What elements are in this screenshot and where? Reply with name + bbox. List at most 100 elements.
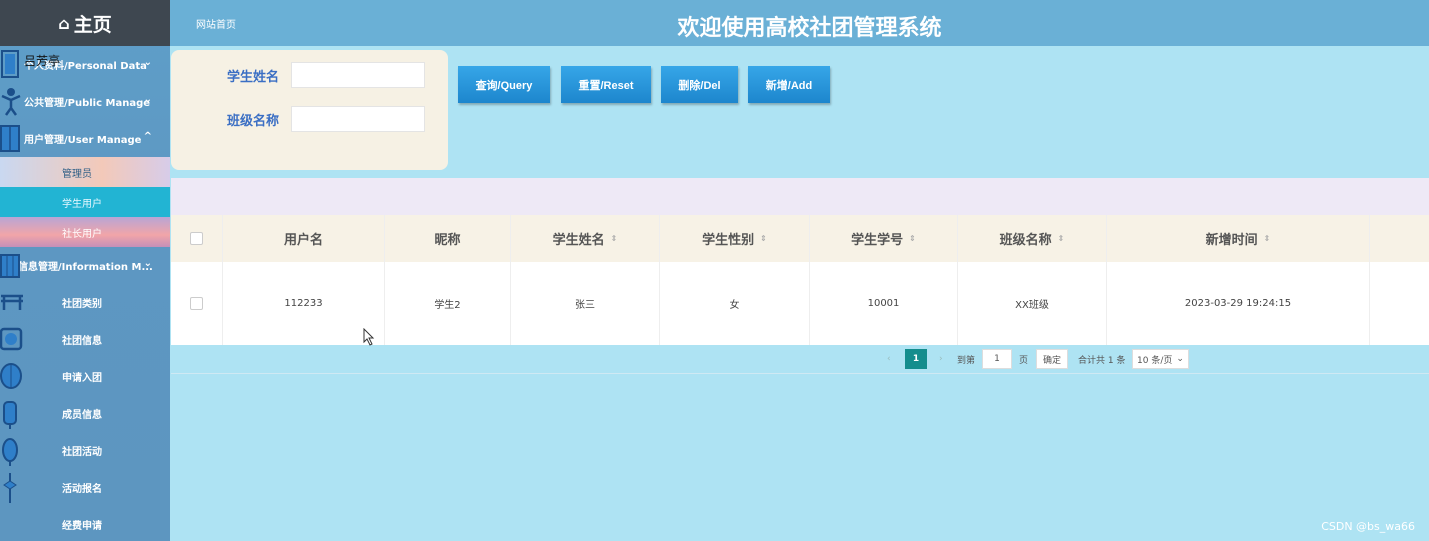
sidebar: ⌂ 主页 个人资料/Personal Data ⌄ 公共管理/Public Ma… — [0, 0, 170, 541]
student-name-row: 学生姓名 — [171, 62, 425, 88]
cell-student-name: 张三 — [511, 262, 660, 345]
frame-icon — [0, 327, 23, 351]
column-header-nickname: 昵称 — [385, 215, 511, 262]
row-checkbox[interactable] — [190, 297, 203, 310]
sidebar-item-club-category[interactable]: 社团类别 — [0, 284, 170, 321]
submenu-admin[interactable]: 管理员 — [0, 157, 170, 187]
pagination: ‹ 1 › 到第 1 页 确定 合计共 1 条 10 条/页 ⌄ — [171, 344, 1429, 374]
sort-icon[interactable]: ⇕ — [909, 234, 916, 243]
cabinet-icon — [0, 254, 20, 278]
row-select-cell — [171, 262, 223, 345]
query-button[interactable]: 查询/Query — [458, 66, 550, 103]
column-header-gender[interactable]: 学生性别 ⇕ — [660, 215, 810, 262]
data-table: 用户名 昵称 学生姓名 ⇕ 学生性别 ⇕ 学生学号 ⇕ 班级名称 ⇕ 新增时间 ⇕ 112… — [171, 215, 1429, 345]
column-label: 学生姓名 — [552, 233, 605, 248]
column-header-username: 用户名 — [223, 215, 385, 262]
goto-page-input[interactable]: 1 — [982, 349, 1012, 369]
column-label: 学生性别 — [702, 233, 755, 248]
chevron-down-icon: ⌄ — [1176, 354, 1184, 364]
door-icon — [1, 50, 19, 78]
class-name-row: 班级名称 — [171, 106, 425, 132]
cell-created: 2023-03-29 19:24:15 — [1107, 262, 1370, 345]
column-header-created[interactable]: 新增时间 ⇕ — [1107, 215, 1370, 262]
sidebar-item-label: 社团信息 — [62, 336, 102, 347]
sidebar-item-club-info[interactable]: 社团信息 — [0, 321, 170, 358]
select-all-cell — [171, 215, 223, 262]
cell-class: XX班级 — [958, 262, 1107, 345]
page-size-value: 10 条/页 — [1137, 355, 1173, 366]
sidebar-item-activity-signup[interactable]: 活动报名 — [0, 469, 170, 506]
column-label: 用户名 — [283, 233, 323, 248]
lantern-icon — [3, 401, 17, 429]
chevron-up-icon: ^ — [143, 131, 152, 142]
sidebar-item-apply-join[interactable]: 申请入团 — [0, 358, 170, 395]
prev-page-icon[interactable]: ‹ — [887, 349, 891, 369]
sidebar-item-label: 申请入团 — [62, 373, 102, 384]
student-name-label: 学生姓名 — [226, 69, 279, 85]
goto-confirm-button[interactable]: 确定 — [1036, 349, 1069, 369]
cell-gender: 女 — [660, 262, 810, 345]
sort-icon[interactable]: ⇕ — [1058, 234, 1065, 243]
submenu-club-leader[interactable]: 社长用户 — [0, 217, 170, 247]
class-name-label: 班级名称 — [226, 113, 279, 129]
column-header-class[interactable]: 班级名称 ⇕ — [958, 215, 1107, 262]
knot-icon — [3, 473, 17, 503]
sidebar-item-fund-apply[interactable]: 经费申请 — [0, 506, 170, 541]
delete-button[interactable]: 删除/Del — [661, 66, 738, 103]
sidebar-item-label: 活动报名 — [62, 484, 102, 495]
column-header-student-name[interactable]: 学生姓名 ⇕ — [511, 215, 660, 262]
column-label: 班级名称 — [999, 233, 1052, 248]
menu-information-manage[interactable]: 信息管理/Information M... ⌄ — [0, 247, 170, 284]
sidebar-item-member-info[interactable]: 成员信息 — [0, 395, 170, 432]
watermark: CSDN @bs_wa66 — [1321, 520, 1415, 533]
sidebar-item-label: 经费申请 — [62, 521, 102, 532]
sidebar-header-label: 主页 — [73, 13, 112, 36]
toolbar-strip — [171, 178, 1429, 215]
sidebar-item-label: 社团活动 — [62, 447, 102, 458]
menu-information-manage-label: 信息管理/Information M... — [18, 262, 153, 273]
next-page-icon[interactable]: › — [939, 349, 943, 369]
mouse-cursor-icon — [363, 328, 375, 346]
cell-username: 112233 — [223, 262, 385, 345]
column-label: 新增时间 — [1205, 233, 1258, 248]
sort-icon[interactable]: ⇕ — [1264, 234, 1271, 243]
menu-user-manage-label: 用户管理/User Manage — [24, 135, 142, 146]
total-count: 合计共 1 条 — [1078, 355, 1126, 366]
column-header-student-no[interactable]: 学生学号 ⇕ — [810, 215, 958, 262]
column-label: 学生学号 — [851, 233, 904, 248]
goto-label: 到第 — [957, 355, 976, 366]
student-name-input[interactable] — [291, 62, 425, 88]
menu-user-manage[interactable]: 用户管理/User Manage ^ — [0, 120, 170, 157]
menu-public-manage[interactable]: 公共管理/Public Manage ⌄ — [0, 83, 170, 120]
lantern-icon — [0, 363, 22, 389]
figure-icon — [1, 88, 21, 116]
cell-nickname: 学生2 — [385, 262, 511, 345]
sidebar-item-club-activity[interactable]: 社团活动 — [0, 432, 170, 469]
add-button[interactable]: 新增/Add — [748, 66, 830, 103]
chevron-down-icon: ⌄ — [143, 57, 152, 68]
search-panel: 学生姓名 班级名称 — [171, 50, 448, 170]
cabinet-icon — [0, 125, 20, 152]
select-all-checkbox[interactable] — [190, 232, 203, 245]
top-header: 网站首页 欢迎使用高校社团管理系统 — [170, 0, 1429, 46]
reset-button[interactable]: 重置/Reset — [561, 66, 651, 103]
sidebar-header[interactable]: ⌂ 主页 — [0, 0, 170, 46]
table-header: 用户名 昵称 学生姓名 ⇕ 学生性别 ⇕ 学生学号 ⇕ 班级名称 ⇕ 新增时间 ⇕ — [171, 215, 1429, 262]
submenu-student-user[interactable]: 学生用户 — [0, 187, 170, 217]
cell-student-no: 10001 — [810, 262, 958, 345]
table-row[interactable]: 112233 学生2 张三 女 10001 XX班级 2023-03-29 19… — [171, 262, 1429, 345]
sort-icon[interactable]: ⇕ — [760, 234, 767, 243]
chevron-down-icon: ⌄ — [143, 258, 152, 269]
lantern-icon — [2, 438, 18, 466]
page-unit-label: 页 — [1019, 355, 1029, 366]
column-label: 昵称 — [434, 233, 461, 248]
gate-icon — [1, 294, 23, 310]
floating-username: 吕芳亭 — [24, 54, 61, 68]
class-name-input[interactable] — [291, 106, 425, 132]
sort-icon[interactable]: ⇕ — [611, 234, 618, 243]
sidebar-item-label: 成员信息 — [62, 410, 102, 421]
page-1-button[interactable]: 1 — [905, 349, 927, 369]
chevron-down-icon: ⌄ — [143, 94, 152, 105]
menu-public-manage-label: 公共管理/Public Manage — [24, 98, 151, 109]
page-size-select[interactable]: 10 条/页 ⌄ — [1132, 349, 1189, 369]
